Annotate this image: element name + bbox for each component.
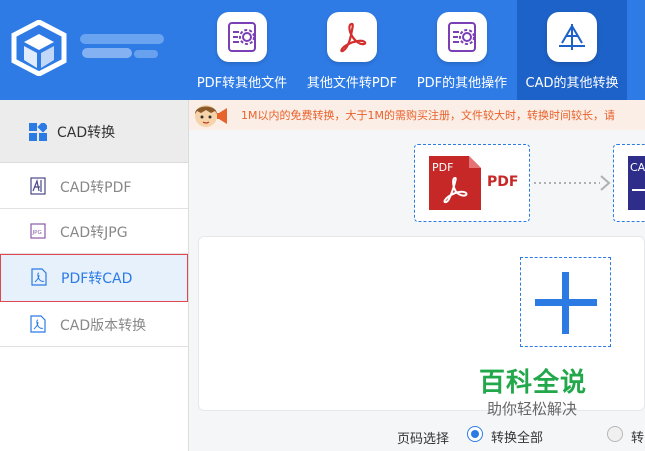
pdf-badge-text: PDF [432,161,453,174]
plus-icon [535,272,597,334]
sidebar-header: CAD转换 [0,100,188,163]
grid-icon [29,121,49,145]
tool-label: PDF转其他文件 [196,76,288,91]
cad-document-icon: CA [628,156,645,214]
sidebar: CAD转换 CAD转PDF JPG CAD转JPG PDF转CAD CAD版本转… [0,100,189,451]
brand-name-blurred [78,28,166,70]
pdf-file-icon [30,315,46,333]
sidebar-item-label: PDF转CAD [61,271,133,287]
tool-cad-other[interactable]: CAD的其他转换 [517,0,627,100]
sidebar-item-cad-to-pdf[interactable]: CAD转PDF [0,164,188,209]
pdf-document-icon: PDF [429,156,481,214]
sidebar-item-cad-to-jpg[interactable]: JPG CAD转JPG [0,209,188,254]
top-toolbar: PDF转其他文件 其他文件转PDF PDF的其他操作 CAD的其他转换 [0,0,645,100]
pdf-gear-icon [217,12,267,62]
cad-file-icon [30,177,46,195]
tool-label: 其他文件转PDF [306,76,398,91]
add-file-button[interactable] [520,257,611,347]
radio-convert-partial-label[interactable]: 转 [631,427,644,446]
sidebar-item-label: CAD转JPG [60,225,128,241]
page-select-label: 页码选择 [397,432,450,447]
sidebar-item-pdf-to-cad[interactable]: PDF转CAD [0,254,188,302]
radio-convert-all-label[interactable]: 转换全部 [491,427,543,446]
watermark-title: 百科全说 [479,368,588,398]
source-format-card: PDF PDF [414,144,530,222]
tool-label: CAD的其他转换 [525,76,619,91]
app-logo-icon [10,19,68,77]
sidebar-header-label: CAD转换 [57,125,116,141]
sidebar-item-cad-version[interactable]: CAD版本转换 [0,302,188,347]
arrow-right-icon [534,174,612,196]
radio-convert-all[interactable] [467,426,483,442]
pdf-file-icon [31,268,47,286]
cad-badge-text: CA [630,161,645,174]
radio-convert-partial[interactable] [607,426,623,442]
notice-text: 1M以内的免费转换，大于1M的需购买注册，文件较大时，转换时间较长，请 [241,109,615,122]
sidebar-item-label: CAD转PDF [60,180,132,196]
source-format-label: PDF [487,174,519,190]
target-format-card: CA [613,144,645,222]
jpg-file-icon: JPG [30,222,46,240]
tool-label: PDF的其他操作 [416,76,508,91]
tool-other-to-pdf[interactable]: 其他文件转PDF [298,0,406,100]
sidebar-item-label: CAD版本转换 [60,318,147,334]
notice-bar: 1M以内的免费转换，大于1M的需购买注册，文件较大时，转换时间较长，请 [189,100,645,130]
svg-text:JPG: JPG [32,230,42,236]
watermark-subtitle: 助你轻松解决 [487,400,578,418]
acrobat-icon [327,12,377,62]
cad-drafting-icon [547,12,597,62]
pdf-settings-icon [437,12,487,62]
tool-pdf-to-other[interactable]: PDF转其他文件 [190,0,294,100]
tool-pdf-other-ops[interactable]: PDF的其他操作 [409,0,515,100]
